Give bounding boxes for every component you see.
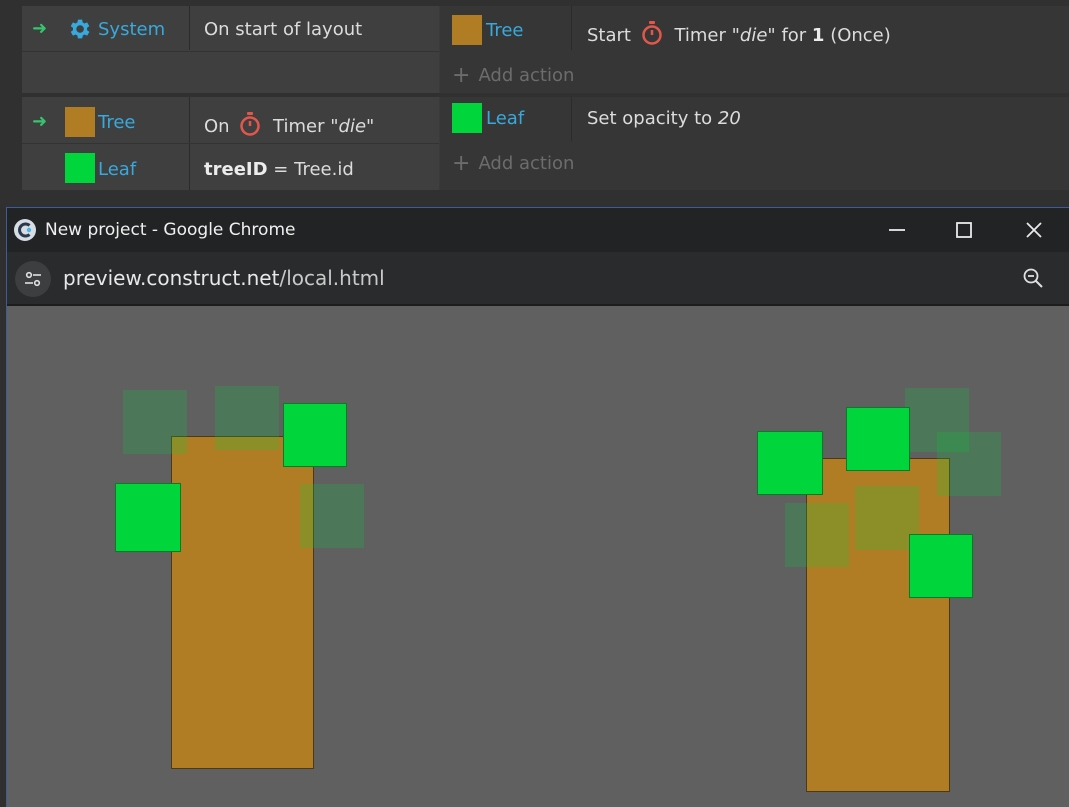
event-sheet: ➜ System On start of layout Tree Start T… — [0, 0, 1069, 207]
address-bar[interactable]: preview.construct.net/local.html — [7, 252, 1069, 304]
tree-sprite — [171, 436, 314, 769]
opacity-value: 20 — [717, 108, 741, 129]
for-word: for — [781, 25, 807, 46]
minimize-icon — [889, 229, 905, 231]
variable-name: treeID — [204, 159, 268, 180]
condition-on-timer[interactable]: On Timer "die" — [204, 112, 374, 137]
divider — [189, 6, 190, 50]
leaf-sprite-faded — [123, 390, 187, 454]
maximize-icon — [956, 222, 972, 238]
divider — [22, 51, 439, 52]
leaf-sprite-faded — [300, 484, 364, 548]
close-button[interactable] — [1014, 216, 1054, 244]
browser-window: New project - Google Chrome preview.cons… — [6, 207, 1069, 807]
event-2-conditions[interactable]: ➜ Tree On Timer "die" Leaf treeID = Tree — [22, 97, 439, 190]
add-action-button[interactable]: + Add action — [452, 62, 575, 88]
close-icon — [1026, 222, 1042, 238]
window-title: New project - Google Chrome — [45, 220, 296, 240]
condition-compare-instance-variable[interactable]: treeID = Tree.id — [204, 159, 354, 180]
tree-object-name[interactable]: Tree — [98, 112, 136, 133]
trigger-arrow-icon: ➜ — [32, 111, 48, 132]
divider — [571, 97, 572, 141]
maximize-button[interactable] — [944, 216, 984, 244]
action-text: Set opacity to — [587, 108, 713, 129]
leaf-sprite — [757, 431, 823, 495]
leaf-sprite — [846, 407, 910, 471]
construct-logo-icon — [14, 219, 36, 241]
compare-value: Tree.id — [294, 159, 354, 180]
site-info-button[interactable] — [15, 261, 51, 297]
timer-icon — [641, 21, 662, 45]
leaf-sprite-faded — [785, 503, 849, 567]
condition-on-start-of-layout[interactable]: On start of layout — [204, 19, 362, 40]
leaf-object-name[interactable]: Leaf — [98, 159, 136, 180]
divider — [22, 143, 439, 144]
url-path: /local.html — [279, 266, 385, 290]
event-2[interactable]: ➜ Tree On Timer "die" Leaf treeID = Tree — [22, 97, 1069, 190]
leaf-sprite-faded — [937, 432, 1001, 496]
event-1-actions[interactable]: Tree Start Timer "die" for 1 (Once) + Add… — [440, 6, 1069, 93]
minimize-button[interactable] — [877, 216, 917, 244]
event-1[interactable]: ➜ System On start of layout Tree Start T… — [22, 6, 1069, 93]
event-1-conditions[interactable]: ➜ System On start of layout — [22, 6, 439, 93]
add-action-button[interactable]: + Add action — [452, 150, 575, 176]
timer-tag: "die" — [731, 25, 776, 46]
leaf-sprite — [909, 534, 973, 598]
plus-icon: + — [452, 151, 471, 176]
url-host: preview.construct.net — [63, 266, 280, 290]
add-action-label: Add action — [478, 153, 575, 174]
tune-icon — [25, 271, 41, 287]
zoom-icon[interactable] — [1021, 266, 1045, 290]
url-text[interactable]: preview.construct.net/local.html — [63, 266, 385, 290]
timer-mode: (Once) — [830, 25, 891, 46]
action-start-timer[interactable]: Start Timer "die" for 1 (Once) — [587, 21, 891, 46]
add-action-label: Add action — [478, 65, 575, 86]
timer-duration: 1 — [811, 25, 825, 46]
tree-object-icon — [452, 15, 482, 45]
leaf-object-icon — [452, 103, 482, 133]
leaf-object-icon — [65, 153, 95, 183]
leaf-object-name[interactable]: Leaf — [486, 108, 524, 129]
leaf-sprite — [283, 403, 347, 467]
system-gear-icon — [70, 19, 90, 39]
timer-icon — [240, 112, 261, 136]
trigger-arrow-icon: ➜ — [32, 18, 48, 39]
action-set-opacity[interactable]: Set opacity to 20 — [587, 108, 741, 129]
system-object-name[interactable]: System — [98, 19, 165, 40]
timer-tag: "die" — [330, 116, 375, 137]
action-verb: Start — [587, 25, 631, 46]
tree-object-icon — [65, 107, 95, 137]
title-bar[interactable]: New project - Google Chrome — [7, 208, 1069, 252]
leaf-sprite — [115, 483, 181, 552]
plus-icon: + — [452, 63, 471, 88]
tree-object-name[interactable]: Tree — [486, 20, 524, 41]
divider — [571, 6, 572, 50]
timer-word: Timer — [674, 25, 726, 46]
leaf-sprite-faded — [215, 386, 279, 450]
on-word: On — [204, 116, 230, 137]
event-2-actions[interactable]: Leaf Set opacity to 20 + Add action — [440, 97, 1069, 190]
timer-word: Timer — [273, 116, 325, 137]
operator: = — [273, 159, 289, 180]
game-viewport[interactable] — [7, 304, 1069, 807]
